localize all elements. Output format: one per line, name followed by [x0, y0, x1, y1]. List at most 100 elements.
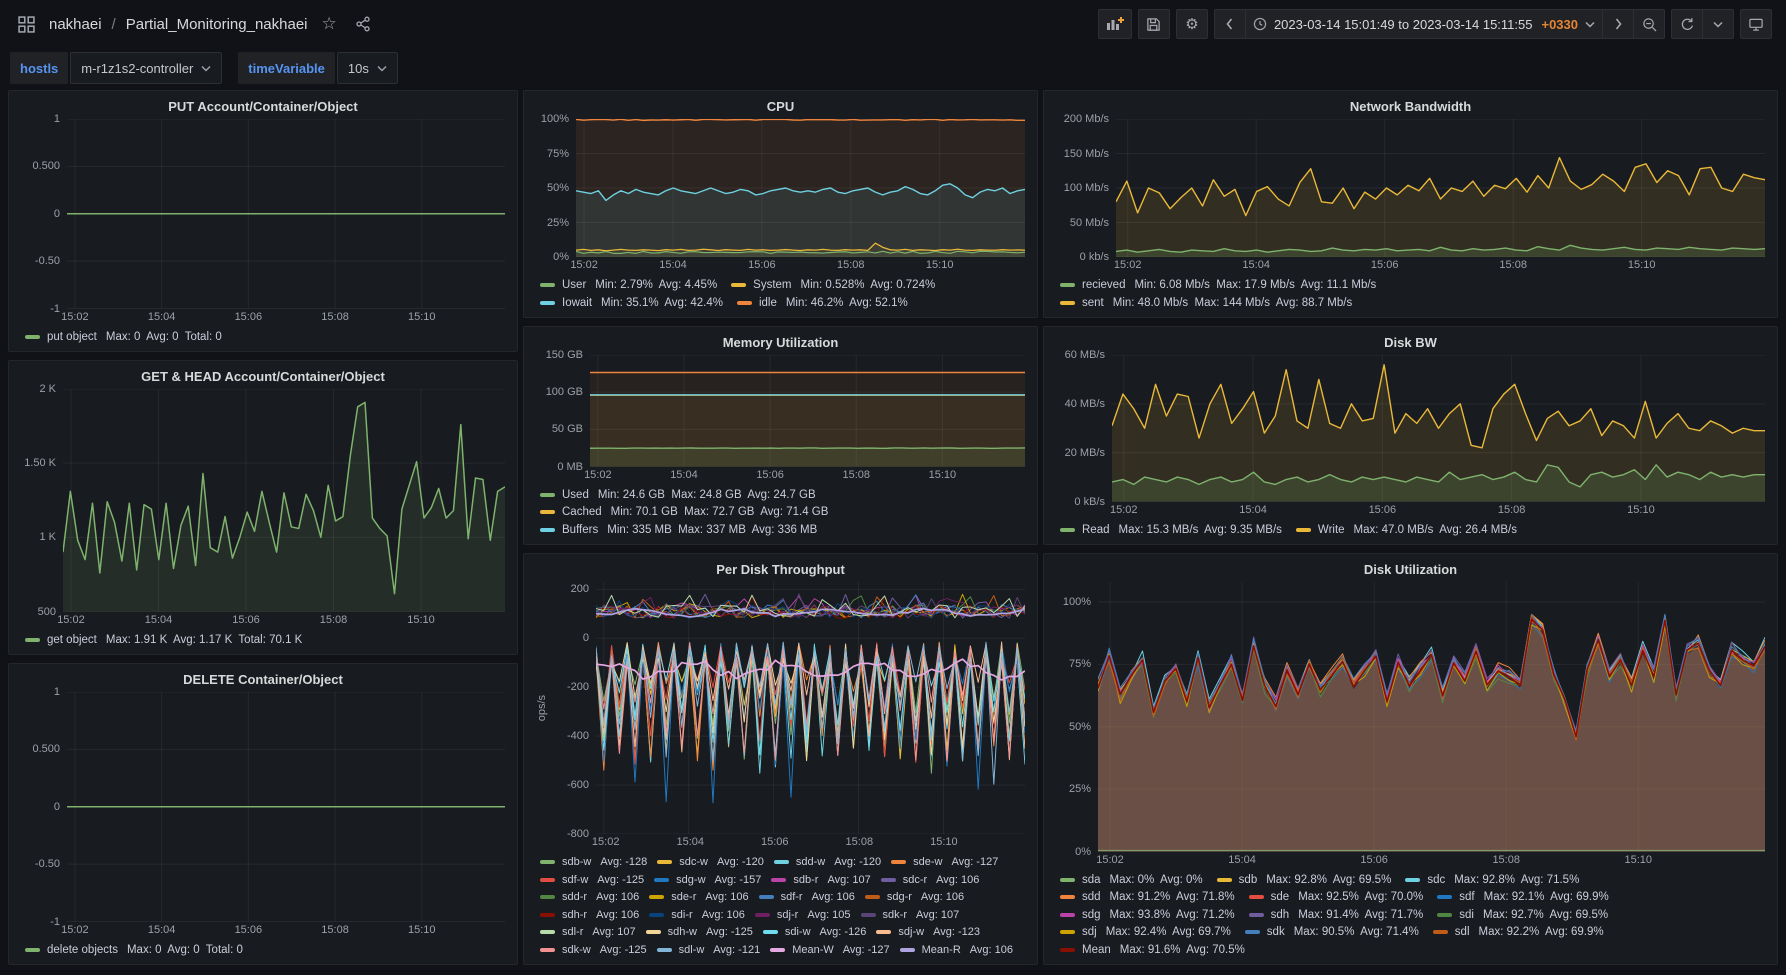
legend-item-sent[interactable]: sentMin: 48.0 Mb/s Max: 144 Mb/s Avg: 88… [1060, 295, 1765, 312]
share-icon[interactable] [351, 14, 375, 34]
panel-title-put[interactable]: PUT Account/Container/Object [21, 95, 505, 119]
legend-item-sdl-r[interactable]: sdl-rAvg: 107 [540, 924, 636, 941]
legend-item-mean-r[interactable]: Mean-RAvg: 106 [900, 942, 1013, 959]
chart-canvas[interactable] [590, 355, 1025, 467]
panel-title-cpu[interactable]: CPU [536, 95, 1025, 119]
x-tick-label: 15:10 [1625, 854, 1653, 866]
legend-item-sde-w[interactable]: sde-wAvg: -127 [891, 854, 998, 871]
x-tick-label: 15:08 [1498, 504, 1526, 516]
legend-item-buffers[interactable]: BuffersMin: 335 MB Max: 337 MB Avg: 336 … [540, 522, 1025, 539]
add-panel-button[interactable] [1098, 9, 1132, 39]
apps-grid-icon[interactable] [14, 14, 39, 35]
legend-item-sdb[interactable]: sdbMax: 92.8% Avg: 69.5% [1217, 872, 1392, 889]
chart-canvas[interactable] [1112, 355, 1765, 502]
chart-put[interactable]: 10.5000-0.50-115:0215:0415:0615:0815:10p… [21, 119, 505, 347]
legend-item-sdi-r[interactable]: sdi-rAvg: 106 [649, 907, 745, 924]
refresh-interval-dropdown[interactable] [1702, 9, 1734, 39]
legend-item-sdi-w[interactable]: sdi-wAvg: -126 [763, 924, 867, 941]
legend-item-sde[interactable]: sdeMax: 92.5% Avg: 70.0% [1249, 889, 1424, 906]
legend-item-sdj[interactable]: sdjMax: 92.4% Avg: 69.7% [1060, 924, 1231, 941]
variable-value-timevariable[interactable]: 10s [337, 52, 398, 84]
legend-item-sdb-w[interactable]: sdb-wAvg: -128 [540, 854, 647, 871]
legend-item-sdi[interactable]: sdiMax: 92.7% Avg: 69.5% [1437, 907, 1608, 924]
legend-item-sdd-r[interactable]: sdd-rAvg: 106 [540, 889, 639, 906]
time-range-picker-button[interactable]: 2023-03-14 15:01:49 to 2023-03-14 15:11:… [1245, 9, 1603, 39]
breadcrumb-dashboard-title[interactable]: Partial_Monitoring_nakhaei [126, 16, 308, 33]
legend-item-sdc-r[interactable]: sdc-rAvg: 106 [881, 872, 980, 889]
y-tick-label: 25% [547, 217, 569, 229]
legend-item-sdl[interactable]: sdlMax: 92.2% Avg: 69.9% [1433, 924, 1604, 941]
panel-title-perdisk[interactable]: Per Disk Throughput [536, 558, 1025, 582]
legend-item-sdg[interactable]: sdgMax: 93.8% Avg: 71.2% [1060, 907, 1235, 924]
legend-item-sdf-w[interactable]: sdf-wAvg: -125 [540, 872, 644, 889]
legend-item-sdk[interactable]: sdkMax: 90.5% Avg: 71.4% [1245, 924, 1419, 941]
legend-item-mean-w[interactable]: Mean-WAvg: -127 [770, 942, 889, 959]
panel-title-get[interactable]: GET & HEAD Account/Container/Object [21, 365, 505, 389]
legend-item-sdk-r[interactable]: sdk-rAvg: 107 [861, 907, 960, 924]
chart-cpu[interactable]: 100%75%50%25%0%15:0215:0415:0615:0815:10… [536, 119, 1025, 313]
panel-title-delete[interactable]: DELETE Container/Object [21, 668, 505, 692]
zoom-out-button[interactable] [1633, 9, 1665, 39]
chart-canvas[interactable] [596, 582, 1025, 834]
legend-item-user[interactable]: UserMin: 2.79% Avg: 4.45% [540, 277, 717, 294]
legend-item-iowait[interactable]: IowaitMin: 35.1% Avg: 42.4% [540, 295, 723, 312]
chart-perdisk[interactable]: ops/s2000-200-400-600-80015:0215:0415:06… [536, 582, 1025, 960]
chart-canvas[interactable] [1116, 119, 1765, 257]
legend-item-write[interactable]: WriteMax: 47.0 MB/s Avg: 26.4 MB/s [1296, 522, 1517, 539]
star-icon[interactable]: ☆ [318, 12, 341, 36]
legend-item-sdd-w[interactable]: sdd-wAvg: -120 [774, 854, 881, 871]
panel-title-network[interactable]: Network Bandwidth [1056, 95, 1765, 119]
legend-item-delete-objects[interactable]: delete objectsMax: 0 Avg: 0 Total: 0 [25, 942, 505, 959]
legend-item-sdh[interactable]: sdhMax: 91.4% Avg: 71.7% [1249, 907, 1424, 924]
kiosk-mode-button[interactable] [1740, 9, 1772, 39]
chart-memory[interactable]: 150 GB100 GB50 GB0 MB15:0215:0415:0615:0… [536, 355, 1025, 540]
legend-item-sdj-r[interactable]: sdj-rAvg: 105 [755, 907, 851, 924]
legend-item-sdf[interactable]: sdfMax: 92.1% Avg: 69.9% [1437, 889, 1608, 906]
dashboard-settings-button[interactable]: ⚙ [1176, 9, 1208, 39]
legend-item-system[interactable]: SystemMin: 0.528% Avg: 0.724% [731, 277, 935, 294]
chart-canvas[interactable] [67, 692, 505, 922]
legend-item-sdg-r[interactable]: sdg-rAvg: 106 [865, 889, 964, 906]
panel-title-memory[interactable]: Memory Utilization [536, 331, 1025, 355]
legend-item-sdc-w[interactable]: sdc-wAvg: -120 [657, 854, 764, 871]
legend-item-sdh-r[interactable]: sdh-rAvg: 106 [540, 907, 639, 924]
panel-title-diskutil[interactable]: Disk Utilization [1056, 558, 1765, 582]
legend-item-mean[interactable]: MeanMax: 91.6% Avg: 70.5% [1060, 942, 1245, 959]
time-range-back-button[interactable] [1214, 9, 1246, 39]
legend-item-put-object[interactable]: put objectMax: 0 Avg: 0 Total: 0 [25, 329, 505, 346]
save-dashboard-button[interactable] [1138, 9, 1170, 39]
chart-diskutil[interactable]: 100%75%50%25%0%15:0215:0415:0615:0815:10… [1056, 582, 1765, 960]
panel-title-diskbw[interactable]: Disk BW [1056, 331, 1765, 355]
legend-item-sdj-w[interactable]: sdj-wAvg: -123 [876, 924, 980, 941]
chart-canvas[interactable] [576, 119, 1025, 257]
legend-item-idle[interactable]: idleMin: 46.2% Avg: 52.1% [737, 295, 908, 312]
legend-item-sdf-r[interactable]: sdf-rAvg: 106 [759, 889, 855, 906]
legend-item-sdd[interactable]: sddMax: 91.2% Avg: 71.8% [1060, 889, 1235, 906]
refresh-button[interactable] [1671, 9, 1703, 39]
legend-item-get-object[interactable]: get objectMax: 1.91 K Avg: 1.17 K Total:… [25, 632, 505, 649]
legend-item-recieved[interactable]: recievedMin: 6.08 Mb/s Max: 17.9 Mb/s Av… [1060, 277, 1765, 294]
variable-value-hostls[interactable]: m-r1z1s2-controller [70, 52, 222, 84]
legend-item-sdc[interactable]: sdcMax: 92.8% Avg: 71.5% [1405, 872, 1579, 889]
breadcrumb-folder[interactable]: nakhaei [49, 16, 102, 33]
legend-item-sdg-w[interactable]: sdg-wAvg: -157 [654, 872, 761, 889]
time-range-forward-button[interactable] [1602, 9, 1634, 39]
chart-canvas[interactable] [1098, 582, 1765, 852]
legend-item-sda[interactable]: sdaMax: 0% Avg: 0% [1060, 872, 1203, 889]
chart-get[interactable]: 2 K1.50 K1 K50015:0215:0415:0615:0815:10… [21, 389, 505, 650]
legend-item-used[interactable]: UsedMin: 24.6 GB Max: 24.8 GB Avg: 24.7 … [540, 487, 1025, 504]
y-tick-label: 50 GB [552, 423, 583, 435]
legend-item-sdb-r[interactable]: sdb-rAvg: 107 [771, 872, 870, 889]
legend-item-cached[interactable]: CachedMin: 70.1 GB Max: 72.7 GB Avg: 71.… [540, 504, 1025, 521]
legend-item-sdh-w[interactable]: sdh-wAvg: -125 [646, 924, 753, 941]
chart-diskbw[interactable]: 60 MB/s40 MB/s20 MB/s0 kB/s15:0215:0415:… [1056, 355, 1765, 540]
series-color-marker [1405, 878, 1420, 882]
chart-canvas[interactable] [63, 389, 505, 612]
legend-item-sdl-w[interactable]: sdl-wAvg: -121 [657, 942, 761, 959]
legend-item-sde-r[interactable]: sde-rAvg: 106 [649, 889, 748, 906]
chart-canvas[interactable] [67, 119, 505, 309]
legend-item-sdk-w[interactable]: sdk-wAvg: -125 [540, 942, 647, 959]
legend-item-read[interactable]: ReadMax: 15.3 MB/s Avg: 9.35 MB/s [1060, 522, 1282, 539]
chart-network[interactable]: 200 Mb/s150 Mb/s100 Mb/s50 Mb/s0 kb/s15:… [1056, 119, 1765, 313]
chart-delete[interactable]: 10.5000-0.50-115:0215:0415:0615:0815:10d… [21, 692, 505, 960]
